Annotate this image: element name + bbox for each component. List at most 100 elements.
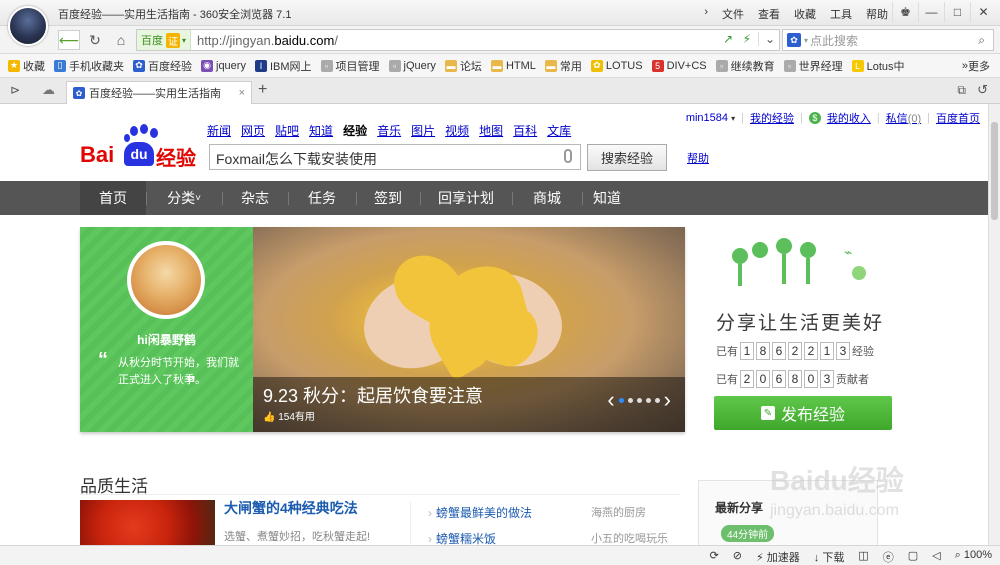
messages-link[interactable]: 私信(0) — [886, 110, 921, 126]
carousel-dot[interactable] — [654, 397, 660, 403]
tab-active[interactable]: ✿ 百度经验——实用生活指南 × — [66, 81, 252, 104]
menu-help[interactable]: 帮助 — [866, 6, 888, 22]
baidu-jingyan-logo[interactable]: Bai du 经验 — [80, 124, 200, 170]
carousel-next-icon[interactable]: › — [664, 387, 671, 413]
status-panel-icon[interactable]: ◫ — [858, 549, 868, 565]
dropdown-arrow-icon[interactable]: ⌄ — [757, 32, 775, 46]
accelerator-button[interactable]: ⚡ 加速器 — [756, 549, 800, 565]
product-link[interactable]: 网页 — [241, 122, 265, 139]
nav-item[interactable]: 任务 — [288, 181, 356, 215]
back-button[interactable]: ⟵ — [58, 30, 80, 50]
share-icon[interactable]: ↗ — [723, 32, 733, 46]
menu-tools[interactable]: 工具 — [830, 6, 852, 22]
bookmark-item[interactable]: ▫ jQuery — [388, 59, 436, 72]
status-window-icon[interactable]: ▢ — [908, 549, 918, 565]
experience-search-input[interactable]: Foxmail怎么下载安装使用 — [209, 144, 581, 170]
carousel-dot[interactable] — [627, 397, 633, 403]
carousel-prev-icon[interactable]: ‹ — [607, 387, 614, 413]
my-income-link[interactable]: 我的收入 — [827, 110, 871, 126]
nav-item[interactable]: 商城 — [512, 181, 582, 215]
sidebar-toggle-icon[interactable]: ⊳ — [10, 83, 20, 97]
search-experience-button[interactable]: 搜索经验 — [587, 144, 667, 171]
lightning-icon[interactable]: ⚡ — [743, 32, 751, 46]
carousel-dot[interactable] — [636, 397, 642, 403]
product-link[interactable]: 地图 — [479, 122, 503, 139]
cloud-icon[interactable]: ☁ — [42, 82, 55, 98]
product-link[interactable]: 知道 — [309, 122, 333, 139]
product-link[interactable]: 贴吧 — [275, 122, 299, 139]
new-tab-button[interactable]: + — [258, 81, 267, 99]
product-link[interactable]: 经验 — [343, 122, 367, 139]
scrollbar-thumb[interactable] — [991, 122, 998, 220]
bookmark-item[interactable]: L Lotus中 — [851, 58, 905, 74]
username-link[interactable]: min1584 ▾ — [686, 112, 735, 124]
product-link[interactable]: 文库 — [547, 122, 571, 139]
site-verified-badge[interactable]: 百度证 ▾ — [137, 30, 192, 50]
nav-item[interactable]: 知道 — [582, 181, 632, 215]
bookmark-item[interactable]: ✿ LOTUS — [590, 59, 643, 72]
bookmark-item[interactable]: ▫ 继续教育 — [715, 58, 775, 74]
menu-collapse-icon[interactable]: › — [704, 6, 708, 22]
bookmark-item[interactable]: 5 DIV+CS — [651, 59, 707, 72]
bookmark-item[interactable]: I IBM网上 — [254, 58, 312, 74]
menu-view[interactable]: 查看 — [758, 6, 780, 22]
carousel-dot[interactable] — [618, 397, 624, 403]
bookmark-item[interactable]: ▯ 手机收藏夹 — [54, 58, 124, 74]
search-box[interactable]: ✿ ▾ 点此搜索 ⌕ — [782, 29, 994, 51]
product-link[interactable]: 新闻 — [207, 122, 231, 139]
user-avatar[interactable] — [8, 6, 48, 46]
menu-favorites[interactable]: 收藏 — [794, 6, 816, 22]
author-avatar[interactable] — [127, 241, 205, 319]
address-url[interactable]: http://jingyan.baidu.com/ — [197, 33, 338, 48]
nav-item[interactable]: 回享计划 — [420, 181, 512, 215]
status-mute-icon[interactable]: ◁ — [932, 549, 940, 565]
publish-experience-button[interactable]: ✎ 发布经验 — [714, 396, 892, 430]
close-button[interactable]: ✕ — [970, 2, 996, 22]
hero-image[interactable]: 9.23 秋分：起居饮食要注意 👍 154有用 ‹ › — [253, 227, 685, 432]
microphone-icon[interactable] — [564, 149, 572, 163]
bookmark-item[interactable]: ▫ 项目管理 — [320, 58, 380, 74]
vertical-scrollbar[interactable] — [988, 104, 1000, 545]
list-item[interactable]: › 螃蟹最鲜美的做法 海燕的厨房 — [428, 504, 646, 521]
bookmark-item[interactable]: ▫ 世界经理 — [783, 58, 843, 74]
undo-close-icon[interactable]: ↺ — [977, 82, 988, 98]
home-button[interactable]: ⌂ — [110, 30, 132, 50]
product-link[interactable]: 百科 — [513, 122, 537, 139]
bookmark-item[interactable]: ✿ 百度经验 — [133, 58, 192, 74]
baidu-home-link[interactable]: 百度首页 — [936, 110, 980, 126]
tab-close-icon[interactable]: × — [239, 87, 245, 99]
hero-caption-title[interactable]: 9.23 秋分：起居饮食要注意 — [263, 382, 483, 408]
bookmark-item[interactable]: ▬ 常用 — [544, 58, 582, 74]
download-button[interactable]: ↓ 下载 — [814, 549, 845, 565]
nav-item[interactable]: 首页 — [80, 181, 146, 215]
list-item[interactable]: › 螃蟹糯米饭 小五的吃喝玩乐 — [428, 530, 668, 545]
my-experience-link[interactable]: 我的经验 — [750, 110, 794, 126]
skin-icon[interactable]: ♚ — [892, 2, 918, 22]
product-link[interactable]: 视频 — [445, 122, 469, 139]
carousel-dot[interactable] — [645, 397, 651, 403]
nav-item[interactable]: 杂志 — [222, 181, 288, 215]
bookmark-item[interactable]: ▬ HTML — [490, 59, 536, 72]
product-link[interactable]: 音乐 — [377, 122, 401, 139]
minimize-button[interactable]: — — [918, 2, 944, 22]
tab-list-icon[interactable]: ⧉ — [957, 83, 966, 98]
search-icon[interactable]: ⌕ — [978, 33, 985, 48]
status-clean-icon[interactable]: ⊘ — [733, 549, 742, 565]
author-name[interactable]: hi闲暴野鹤 — [80, 331, 253, 348]
featured-article-image[interactable] — [80, 500, 215, 545]
address-bar[interactable]: 百度证 ▾ http://jingyan.baidu.com/ ↗ ⚡ ⌄ — [136, 29, 780, 51]
status-refresh-icon[interactable]: ⟳ — [710, 549, 719, 565]
menu-file[interactable]: 文件 — [722, 6, 744, 22]
help-link[interactable]: 帮助 — [687, 150, 709, 166]
bookmark-item[interactable]: ▬ 论坛 — [444, 58, 482, 74]
product-link[interactable]: 图片 — [411, 122, 435, 139]
nav-item[interactable]: 分类 ˅ — [146, 181, 222, 215]
baidu-paw-icon[interactable]: ✿ — [787, 33, 801, 47]
bookmark-item[interactable]: ★ 收藏 — [8, 58, 45, 74]
nav-item[interactable]: 签到 — [356, 181, 420, 215]
bookmark-item[interactable]: ◉ jquery — [201, 59, 246, 72]
zoom-control[interactable]: ⌕ 100% — [955, 549, 992, 565]
status-ie-icon[interactable]: ⓔ — [883, 549, 894, 565]
maximize-button[interactable]: □ — [944, 2, 970, 22]
featured-article-title[interactable]: 大闸蟹的4种经典吃法 — [224, 498, 358, 518]
